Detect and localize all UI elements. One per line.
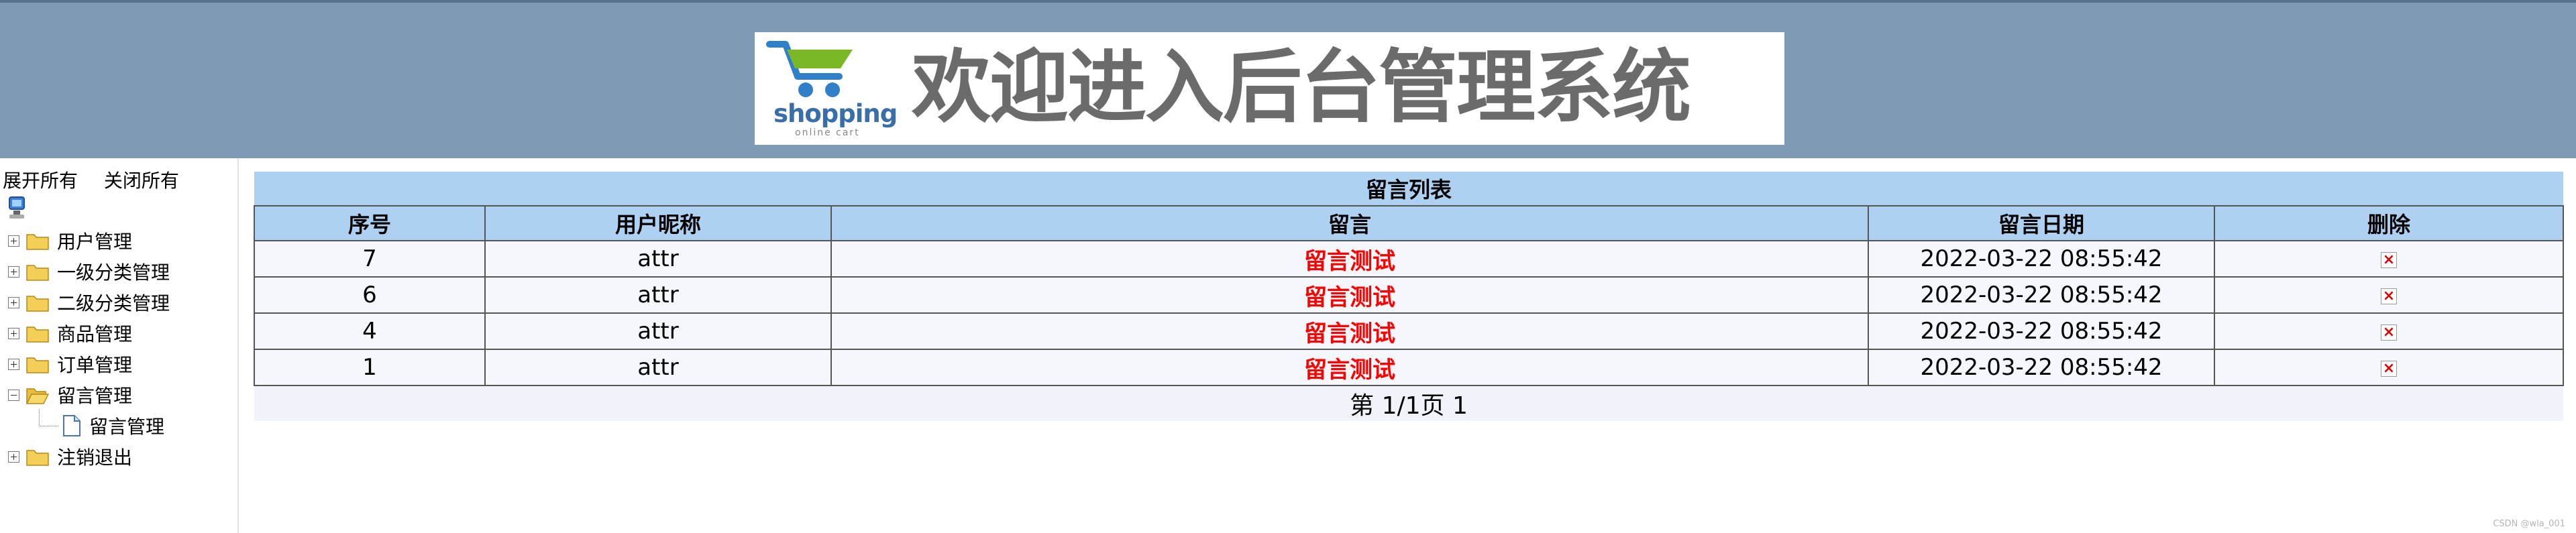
folder-icon [26,234,49,250]
cell-id: 6 [254,276,486,314]
cell-date: 2022-03-22 08:55:42 [1868,312,2215,350]
tree-node-label[interactable]: 用户管理 [57,227,132,254]
tree-node-users[interactable]: 用户管理 [8,225,170,256]
header-bar: shopping online cart 欢迎进入后台管理系统 [0,0,2576,158]
table-title-row: 留言列表 [254,172,2564,206]
logo-subtitle: online cart [795,127,860,138]
tree-node-label[interactable]: 注销退出 [57,443,132,470]
collapse-toggle-icon[interactable] [8,389,19,401]
expand-toggle-icon[interactable] [8,358,19,370]
tree-node-products[interactable]: 商品管理 [8,318,170,349]
delete-icon[interactable]: × [2381,324,2398,341]
expand-all-link[interactable]: 展开所有 [3,170,78,192]
expand-toggle-icon[interactable] [8,451,19,463]
column-header-nickname: 用户昵称 [484,205,832,241]
cell-delete: × [2213,276,2565,314]
cell-delete: × [2213,349,2565,386]
expand-toggle-icon[interactable] [8,296,19,308]
cell-message: 留言测试 [830,349,1869,386]
cell-id: 1 [254,349,486,386]
tree-node-label[interactable]: 留言管理 [57,381,132,408]
pager-row: 第 1/1页 1 [254,386,2564,421]
tree-node-category1[interactable]: 一级分类管理 [8,256,170,287]
cell-nickname: attr [484,276,832,314]
cart-icon [766,41,853,97]
tree-node-label[interactable]: 留言管理 [89,412,164,439]
tree-controls: 展开所有 关闭所有 [3,166,199,193]
shopping-cart-logo: shopping online cart [760,35,898,142]
folder-icon [26,357,49,373]
banner: shopping online cart 欢迎进入后台管理系统 [755,32,1784,145]
column-header-id: 序号 [254,205,486,241]
cell-id: 7 [254,240,486,278]
tree-connector [39,409,58,426]
table-row: 7 attr 留言测试 2022-03-22 08:55:42 × [254,240,2565,278]
expand-toggle-icon[interactable] [8,327,19,339]
cell-date: 2022-03-22 08:55:42 [1868,240,2215,278]
table-row: 6 attr 留言测试 2022-03-22 08:55:42 × [254,276,2565,314]
cell-message: 留言测试 [830,276,1869,314]
delete-icon[interactable]: × [2381,288,2398,304]
tree-node-label[interactable]: 二级分类管理 [57,289,170,316]
tree-node-label[interactable]: 商品管理 [57,320,132,347]
watermark: CSDN @wla_001 [2493,519,2565,529]
cell-message: 留言测试 [830,240,1869,278]
table-title: 留言列表 [254,172,2564,206]
expand-toggle-icon[interactable] [8,265,19,278]
cell-nickname: attr [484,240,832,278]
collapse-all-link[interactable]: 关闭所有 [104,170,179,192]
tree-node-message-management[interactable]: 留言管理 [8,409,170,441]
message-table: 留言列表 序号 用户昵称 留言 留言日期 删除 7 attr 留言测试 2022… [254,172,2565,421]
document-icon [63,415,80,436]
tree-node-logout[interactable]: 注销退出 [8,441,170,472]
column-header-delete: 删除 [2213,205,2565,241]
message-list-panel: 留言列表 序号 用户昵称 留言 留言日期 删除 7 attr 留言测试 2022… [254,172,2565,421]
cell-nickname: attr [484,349,832,386]
cell-delete: × [2213,312,2565,350]
delete-icon[interactable]: × [2381,251,2398,268]
cell-message: 留言测试 [830,312,1869,350]
folder-icon [26,450,49,466]
table-header-row: 序号 用户昵称 留言 留言日期 删除 [254,205,2565,241]
cell-date: 2022-03-22 08:55:42 [1868,349,2215,386]
delete-icon[interactable]: × [2381,360,2398,377]
cell-delete: × [2213,240,2565,278]
folder-icon [26,296,49,312]
cell-date: 2022-03-22 08:55:42 [1868,276,2215,314]
column-header-date: 留言日期 [1868,205,2215,241]
table-row: 4 attr 留言测试 2022-03-22 08:55:42 × [254,312,2565,350]
banner-title: 欢迎进入后台管理系统 [912,41,1691,133]
open-folder-icon [26,388,49,404]
tree-node-category2[interactable]: 二级分类管理 [8,287,170,318]
folder-icon [26,265,49,281]
tree-node-label[interactable]: 订单管理 [57,351,132,377]
sidebar-tree: 展开所有 关闭所有 用户管理 一级分类管理 二级分类管理 商品管理 订单管理 留… [0,158,239,533]
tree-node-label[interactable]: 一级分类管理 [57,258,170,285]
expand-toggle-icon[interactable] [8,235,19,247]
cell-id: 4 [254,312,486,350]
table-row: 1 attr 留言测试 2022-03-22 08:55:42 × [254,349,2565,386]
column-header-message: 留言 [830,205,1869,241]
tree-node-orders[interactable]: 订单管理 [8,349,170,379]
pager-text[interactable]: 第 1/1页 1 [254,386,2564,421]
tree-node-messages[interactable]: 留言管理 [8,379,170,410]
cell-nickname: attr [484,312,832,350]
folder-icon [26,327,49,343]
logo-word: shopping [773,99,898,128]
computer-icon [9,196,25,219]
